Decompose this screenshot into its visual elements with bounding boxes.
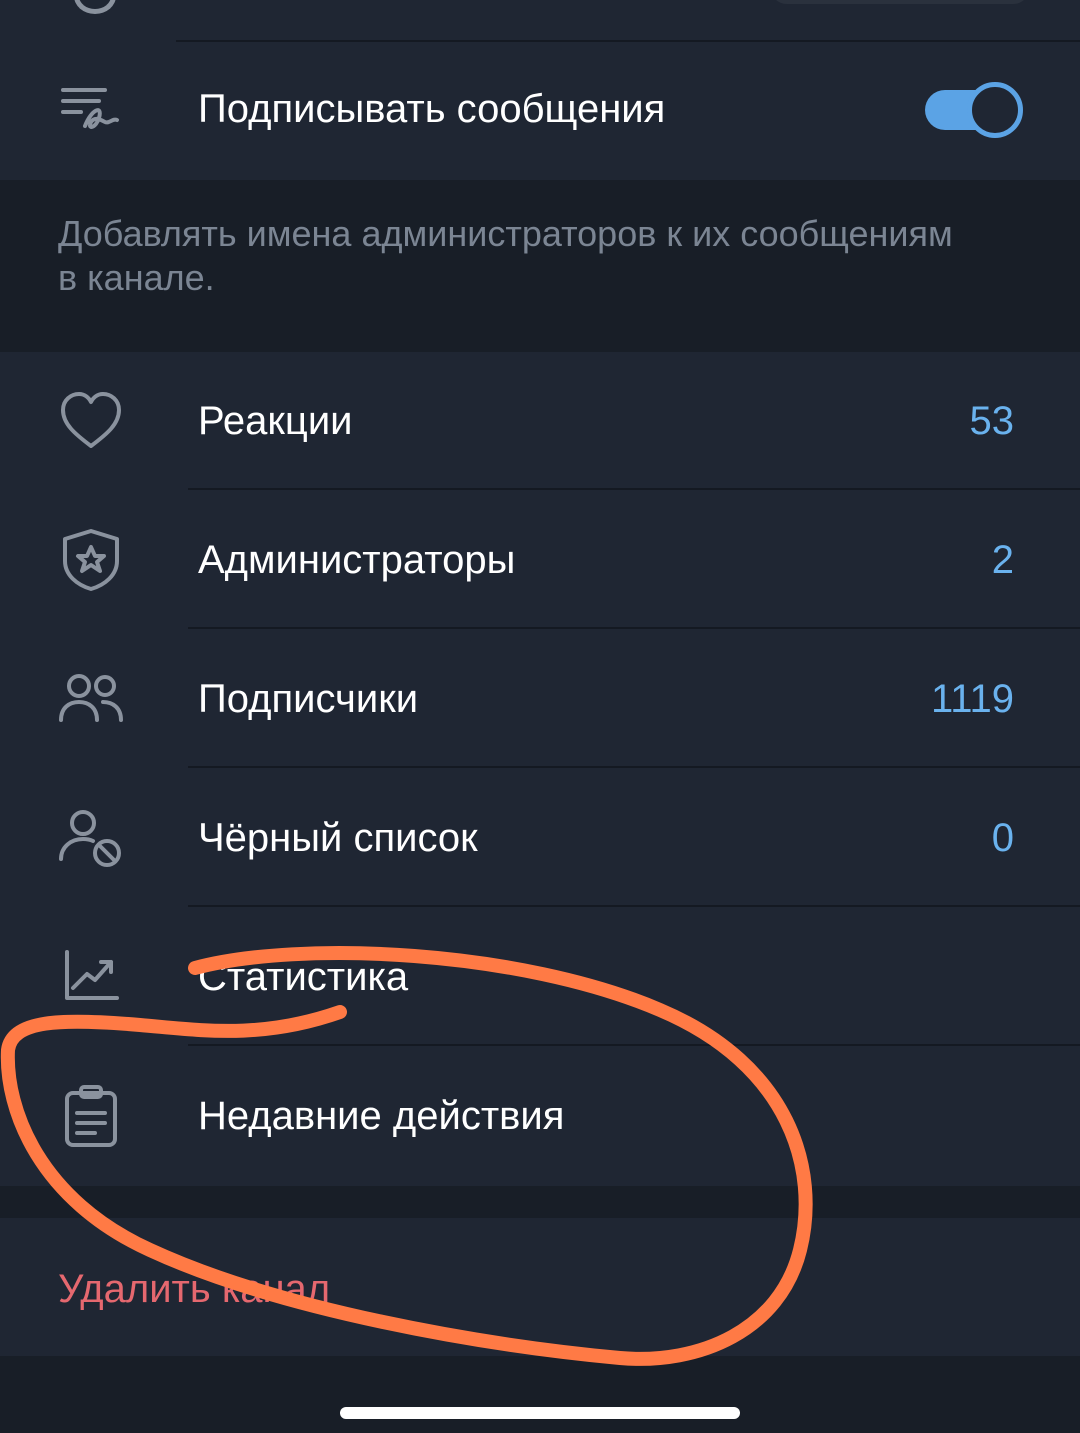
blacklist-label: Чёрный список: [198, 816, 478, 860]
divider: [188, 766, 1080, 768]
home-indicator[interactable]: [340, 1407, 740, 1419]
divider: [188, 627, 1080, 629]
user-blocked-icon: [55, 805, 127, 871]
statistics-label: Статистика: [198, 955, 409, 999]
divider: [188, 488, 1080, 490]
menu-item-reactions[interactable]: Реакции 53: [0, 352, 1080, 490]
sign-messages-toggle[interactable]: [923, 2, 1021, 58]
subscribers-count: 1119: [930, 677, 1014, 721]
sign-messages-label: Подписывать сообщения: [198, 87, 666, 131]
administrators-label: Администраторы: [198, 538, 516, 582]
menu-item-administrators[interactable]: Администраторы 2: [0, 491, 1080, 629]
recent-actions-label: Недавние действия: [198, 1094, 565, 1138]
subscribers-label: Подписчики: [198, 677, 419, 721]
reactions-count: 53: [969, 399, 1015, 443]
menu-item-blacklist[interactable]: Чёрный список 0: [0, 769, 1080, 907]
channel-settings-screen: Подписывать сообщения Добавлять имена ад…: [0, 0, 1080, 1433]
heart-icon: [55, 388, 127, 454]
clipboard-icon: [55, 1083, 127, 1149]
blacklist-count: 0: [991, 816, 1014, 860]
sign-messages-hint: Добавлять имена администраторов к их соо…: [58, 213, 953, 298]
shield-star-icon: [55, 527, 127, 593]
sign-messages-switch[interactable]: [923, 82, 1023, 138]
delete-channel-button[interactable]: Удалить канал: [58, 1218, 330, 1356]
sign-messages-row[interactable]: Подписывать сообщения: [0, 40, 1080, 178]
users-icon: [55, 666, 127, 732]
signature-icon: [55, 76, 127, 142]
divider: [188, 1044, 1080, 1046]
channel-menu-section: Реакции 53 Администраторы 2 Подписчики 1…: [0, 352, 1080, 1186]
menu-item-statistics[interactable]: Статистика: [0, 908, 1080, 1046]
chart-icon: [55, 944, 127, 1010]
menu-item-subscribers[interactable]: Подписчики 1119: [0, 630, 1080, 768]
sign-messages-section: Подписывать сообщения: [0, 0, 1080, 180]
switch-knob: [967, 82, 1023, 138]
divider: [188, 905, 1080, 907]
administrators-count: 2: [991, 538, 1014, 582]
menu-item-recent-actions[interactable]: Недавние действия: [0, 1047, 1080, 1185]
previous-item-icon: [74, 0, 116, 14]
reactions-label: Реакции: [198, 399, 353, 443]
